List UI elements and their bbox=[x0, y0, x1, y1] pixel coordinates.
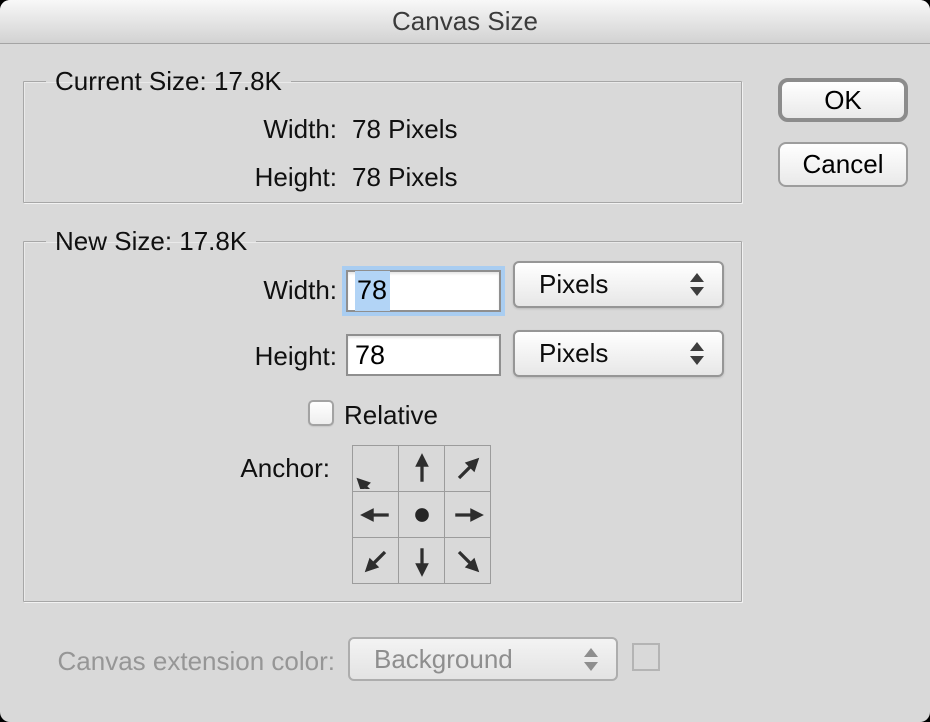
current-height-value: 78 Pixels bbox=[352, 162, 458, 193]
anchor-grid bbox=[352, 445, 490, 583]
anchor-cell-bottom-right[interactable] bbox=[444, 537, 491, 584]
anchor-label: Anchor: bbox=[240, 453, 330, 484]
up-down-stepper-icon bbox=[584, 648, 598, 671]
arrow-right-icon bbox=[448, 495, 488, 535]
ok-button[interactable]: OK bbox=[778, 78, 908, 122]
canvas-size-dialog: Canvas Size Current Size: 17.8K Width: 7… bbox=[0, 0, 930, 722]
arrow-left-icon bbox=[356, 495, 396, 535]
new-size-legend: New Size: 17.8K bbox=[46, 226, 256, 257]
anchor-cell-center[interactable] bbox=[398, 491, 445, 538]
anchor-cell-bottom-left[interactable] bbox=[352, 537, 399, 584]
height-unit-value: Pixels bbox=[539, 338, 608, 369]
current-size-legend: Current Size: 17.8K bbox=[46, 66, 291, 97]
height-input-text: 78 bbox=[355, 340, 385, 371]
current-height-label: Height: bbox=[255, 162, 337, 193]
center-dot-icon bbox=[402, 495, 442, 535]
anchor-cell-left[interactable] bbox=[352, 491, 399, 538]
arrow-up-right-icon bbox=[448, 449, 488, 489]
new-height-label: Height: bbox=[255, 341, 337, 372]
extension-color-value: Background bbox=[374, 644, 513, 675]
arrow-down-left-icon bbox=[356, 541, 396, 581]
current-width-value: 78 Pixels bbox=[352, 114, 458, 145]
relative-checkbox[interactable] bbox=[308, 400, 334, 426]
arrow-down-icon bbox=[402, 541, 442, 581]
title-bar: Canvas Size bbox=[0, 0, 930, 44]
arrow-down-right-icon bbox=[448, 541, 488, 581]
relative-label[interactable]: Relative bbox=[344, 400, 438, 431]
current-width-label: Width: bbox=[263, 114, 337, 145]
cancel-button[interactable]: Cancel bbox=[778, 142, 908, 187]
anchor-cell-right[interactable] bbox=[444, 491, 491, 538]
up-down-stepper-icon bbox=[690, 273, 704, 296]
arrow-up-left-icon bbox=[356, 449, 396, 489]
extension-color-swatch bbox=[632, 643, 660, 671]
anchor-cell-top-right[interactable] bbox=[444, 445, 491, 492]
up-down-stepper-icon bbox=[690, 342, 704, 365]
height-unit-select[interactable]: Pixels bbox=[513, 330, 724, 377]
new-width-label: Width: bbox=[263, 275, 337, 306]
width-input-selected-text: 78 bbox=[355, 271, 390, 311]
anchor-cell-top[interactable] bbox=[398, 445, 445, 492]
extension-color-select: Background bbox=[348, 637, 618, 681]
anchor-cell-top-left[interactable] bbox=[352, 445, 399, 492]
dialog-title: Canvas Size bbox=[392, 6, 538, 37]
width-input[interactable]: 78 bbox=[346, 270, 501, 312]
width-unit-value: Pixels bbox=[539, 269, 608, 300]
height-input[interactable]: 78 bbox=[346, 334, 501, 376]
arrow-up-icon bbox=[402, 449, 442, 489]
extension-color-label: Canvas extension color: bbox=[58, 646, 335, 677]
width-unit-select[interactable]: Pixels bbox=[513, 261, 724, 308]
anchor-cell-bottom[interactable] bbox=[398, 537, 445, 584]
